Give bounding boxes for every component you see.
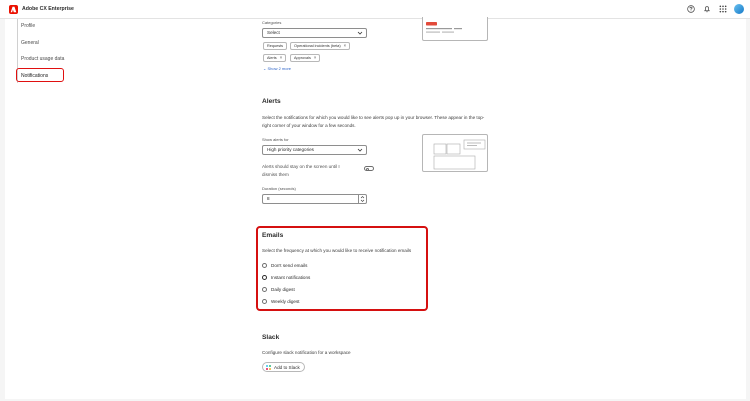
radio-label-dont-send-emails: Don't send emails	[271, 263, 308, 268]
remove-tag-icon[interactable]: ×	[280, 55, 282, 60]
category-tag-alerts: Alerts ×	[263, 54, 287, 62]
categories-select-value: Select	[267, 30, 280, 35]
help-icon[interactable]	[686, 4, 696, 14]
adobe-logo-icon[interactable]	[9, 5, 18, 14]
remove-tag-icon[interactable]: ×	[314, 55, 316, 60]
slack-description: Configure slack notification for a works…	[262, 350, 351, 355]
bell-icon[interactable]	[702, 4, 712, 14]
slack-heading: Slack	[262, 334, 280, 341]
radio-label-daily-digest: Daily digest	[271, 287, 295, 292]
add-to-slack-button[interactable]: Add to Slack	[262, 362, 305, 372]
settings-page	[5, 19, 746, 399]
radio-instant-notifications[interactable]	[262, 275, 267, 280]
add-to-slack-label: Add to Slack	[274, 364, 300, 370]
alerts-stay-label: Alerts should stay on the screen until I…	[262, 164, 340, 177]
avatar[interactable]	[734, 4, 744, 14]
radio-weekly-digest[interactable]	[262, 299, 267, 304]
show-alerts-for-label: Show alerts for	[262, 137, 289, 142]
radio-label-instant-notifications: Instant notifications	[271, 275, 311, 280]
sidebar-item-general[interactable]: General	[21, 39, 39, 47]
alerts-illustration	[422, 134, 488, 172]
show-more-link[interactable]: ⌄ Show 2 more	[263, 66, 291, 71]
categories-select[interactable]: Select	[262, 28, 367, 38]
top-bar: Adobe CX Enterprise	[0, 0, 750, 19]
sidebar-selected-highlight	[16, 68, 64, 82]
chevron-down-icon	[357, 147, 363, 156]
show-alerts-for-value: High priority categories	[267, 147, 314, 152]
duration-input[interactable]: 8	[262, 194, 359, 204]
radio-dont-send-emails[interactable]	[262, 263, 267, 268]
slack-icon	[266, 364, 271, 370]
remove-tag-icon[interactable]: ×	[344, 43, 346, 48]
sidebar-item-product-usage-data[interactable]: Product usage data	[21, 55, 64, 63]
apps-grid-icon[interactable]	[718, 4, 728, 14]
emails-description: Select the frequency at which you would …	[262, 248, 412, 253]
notification-illustration	[422, 17, 488, 41]
category-tag-operational-incidents: Operational incidents (beta) ×	[290, 42, 351, 50]
alerts-description: Select the notifications for which you w…	[262, 115, 485, 128]
alerts-stay-toggle[interactable]	[364, 166, 374, 171]
show-alerts-for-select[interactable]: High priority categories	[262, 145, 367, 155]
radio-daily-digest[interactable]	[262, 287, 267, 292]
category-tag-requests: Requests	[263, 42, 288, 50]
duration-stepper[interactable]	[359, 194, 367, 204]
categories-label: Categories	[262, 20, 282, 25]
sidebar-item-profile[interactable]: Profile	[21, 22, 35, 30]
chevron-down-icon	[357, 30, 363, 39]
emails-heading: Emails	[262, 232, 284, 239]
category-tag-approvals: Approvals ×	[290, 54, 321, 62]
alerts-heading: Alerts	[262, 98, 281, 105]
duration-label: Duration (seconds)	[262, 186, 296, 191]
radio-label-weekly-digest: Weekly digest	[271, 299, 300, 304]
app-title: Adobe CX Enterprise	[22, 6, 74, 12]
